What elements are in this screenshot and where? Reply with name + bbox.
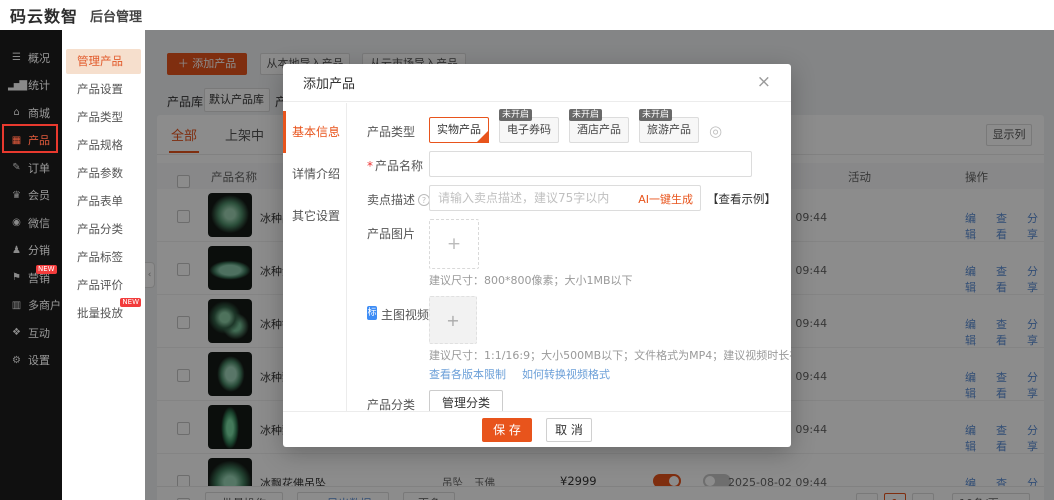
sidebar-item-members[interactable]: ♛会员 (0, 182, 62, 210)
modal-title: 添加产品 (303, 73, 355, 92)
type-option-hotel[interactable]: 未开启 酒店产品 (569, 117, 629, 143)
field-label: *产品名称 (367, 151, 429, 177)
field-label: 卖点描述? (367, 185, 429, 211)
sidebar-item-orders[interactable]: ✎订单 (0, 154, 62, 182)
version-badge-icon: 标 (367, 306, 377, 320)
type-option-travel[interactable]: 未开启 旅游产品 (639, 117, 699, 143)
type-option-evoucher[interactable]: 未开启 电子券码 (499, 117, 559, 143)
members-icon: ♛ (8, 190, 23, 201)
marketing-icon: ⚑ (8, 272, 23, 283)
sidebar-item-interaction[interactable]: ❖互动 (0, 319, 62, 347)
multi-merchant-icon: ▥ (8, 300, 23, 311)
field-product-category: 产品分类 管理分类 (367, 390, 783, 411)
sidebar-item-distribution[interactable]: ♟分销 (0, 237, 62, 265)
disabled-badge: 未开启 (569, 109, 602, 121)
submenu-item-manage-products[interactable]: 管理产品 (66, 49, 141, 74)
view-example-link[interactable]: 【查看示例】 (707, 185, 776, 211)
field-label: 产品分类 (367, 390, 429, 411)
plus-icon: + (446, 311, 459, 330)
field-selling-point: 卖点描述? AI一键生成 【查看示例】 (367, 185, 783, 211)
main-sidebar: ☰概况 ▂▅▇统计 ⌂商城 ▦产品 ✎订单 ♛会员 ◉微信 ♟分销 ⚑营销NEW… (0, 30, 62, 500)
cancel-button[interactable]: 取 消 (546, 418, 592, 442)
sidebar-item-overview[interactable]: ☰概况 (0, 44, 62, 72)
sidebar-item-wechat[interactable]: ◉微信 (0, 209, 62, 237)
sidebar-item-mall[interactable]: ⌂商城 (0, 99, 62, 127)
modal-tab-other-settings[interactable]: 其它设置 (283, 195, 346, 237)
field-label: 产品类型 (367, 117, 429, 143)
submenu-item-product-reviews[interactable]: 产品评价 (66, 273, 141, 298)
ai-generate-button[interactable]: AI一键生成 (638, 191, 693, 207)
sidebar-item-statistics[interactable]: ▂▅▇统计 (0, 72, 62, 100)
preview-eye-icon[interactable]: ◎ (709, 122, 722, 140)
sidebar-item-marketing[interactable]: ⚑营销NEW (0, 264, 62, 292)
modal-form: 产品类型 实物产品 ✓ 未开启 电子券码 未开启 (347, 103, 791, 411)
video-help-links: 查看各版本限制 如何转换视频格式 (429, 366, 791, 382)
close-icon[interactable]: × (757, 74, 771, 91)
image-size-hint: 建议尺寸：800*800像素；大小1MB以下 (429, 272, 633, 288)
image-upload-box[interactable]: + (429, 219, 479, 269)
add-product-modal: 添加产品 × 基本信息 详情介绍 其它设置 产品类型 实物产品 ✓ (283, 64, 791, 447)
sidebar-item-product[interactable]: ▦产品 (0, 127, 62, 155)
submenu-item-product-tags[interactable]: 产品标签 (66, 245, 141, 270)
new-badge: NEW (36, 265, 57, 274)
page-title: 后台管理 (90, 6, 142, 25)
product-submenu: 管理产品 产品设置 产品类型 产品规格 产品参数 产品表单 产品分类 产品标签 … (62, 30, 145, 500)
app: 码云数智 后台管理 ☰概况 ▂▅▇统计 ⌂商城 ▦产品 ✎订单 ♛会员 ◉微信 … (0, 0, 1054, 500)
field-main-video: 标主图视频 + 建议尺寸：1:1/16:9；大小500MB以下；文件格式为MP4… (367, 296, 783, 382)
version-limits-link[interactable]: 查看各版本限制 (429, 366, 506, 382)
product-name-input[interactable] (429, 151, 752, 177)
submenu-item-batch-publish[interactable]: 批量投放NEW (66, 301, 141, 326)
manage-category-button[interactable]: 管理分类 (429, 390, 503, 411)
submenu-item-product-settings[interactable]: 产品设置 (66, 77, 141, 102)
field-product-type: 产品类型 实物产品 ✓ 未开启 电子券码 未开启 (367, 117, 783, 143)
submenu-item-product-params[interactable]: 产品参数 (66, 161, 141, 186)
distribution-icon: ♟ (8, 245, 23, 256)
sidebar-item-multi-merchant[interactable]: ▥多商户 (0, 292, 62, 320)
plus-icon: + (447, 234, 461, 254)
modal-tab-details[interactable]: 详情介绍 (283, 153, 346, 195)
required-mark: * (367, 159, 373, 173)
disabled-badge: 未开启 (639, 109, 672, 121)
save-button[interactable]: 保 存 (482, 418, 532, 442)
field-label: 产品图片 (367, 219, 429, 288)
field-product-image: 产品图片 + 建议尺寸：800*800像素；大小1MB以下 (367, 219, 783, 288)
statistics-icon: ▂▅▇ (8, 80, 23, 91)
type-option-physical[interactable]: 实物产品 ✓ (429, 117, 489, 143)
convert-format-link[interactable]: 如何转换视频格式 (522, 366, 610, 382)
submenu-item-product-forms[interactable]: 产品表单 (66, 189, 141, 214)
field-label: 标主图视频 (367, 296, 429, 382)
sidebar-item-settings[interactable]: ⚙设置 (0, 347, 62, 375)
overview-icon: ☰ (8, 52, 23, 63)
modal-header: 添加产品 × (283, 64, 791, 102)
disabled-badge: 未开启 (499, 109, 532, 121)
submenu-item-product-categories[interactable]: 产品分类 (66, 217, 141, 242)
mall-icon: ⌂ (8, 107, 23, 118)
modal-footer: 保 存 取 消 (283, 411, 791, 447)
new-badge: NEW (120, 298, 141, 307)
submenu-item-product-types[interactable]: 产品类型 (66, 105, 141, 130)
video-size-hint: 建议尺寸：1:1/16:9；大小500MB以下；文件格式为MP4；建议视频时长在… (429, 347, 791, 363)
product-icon: ▦ (8, 135, 23, 146)
field-product-name: *产品名称 (367, 151, 783, 177)
modal-tab-list: 基本信息 详情介绍 其它设置 (283, 103, 347, 411)
check-icon: ✓ (481, 120, 488, 144)
orders-icon: ✎ (8, 162, 23, 173)
video-upload-box[interactable]: + (429, 296, 477, 344)
settings-icon: ⚙ (8, 355, 23, 366)
modal-body: 基本信息 详情介绍 其它设置 产品类型 实物产品 ✓ 未开启 (283, 103, 791, 411)
app-logo: 码云数智 (10, 3, 78, 27)
interaction-icon: ❖ (8, 327, 23, 338)
wechat-icon: ◉ (8, 217, 23, 228)
submenu-item-product-specs[interactable]: 产品规格 (66, 133, 141, 158)
modal-tab-basic-info[interactable]: 基本信息 (283, 111, 346, 153)
top-bar: 码云数智 后台管理 (0, 0, 1054, 30)
